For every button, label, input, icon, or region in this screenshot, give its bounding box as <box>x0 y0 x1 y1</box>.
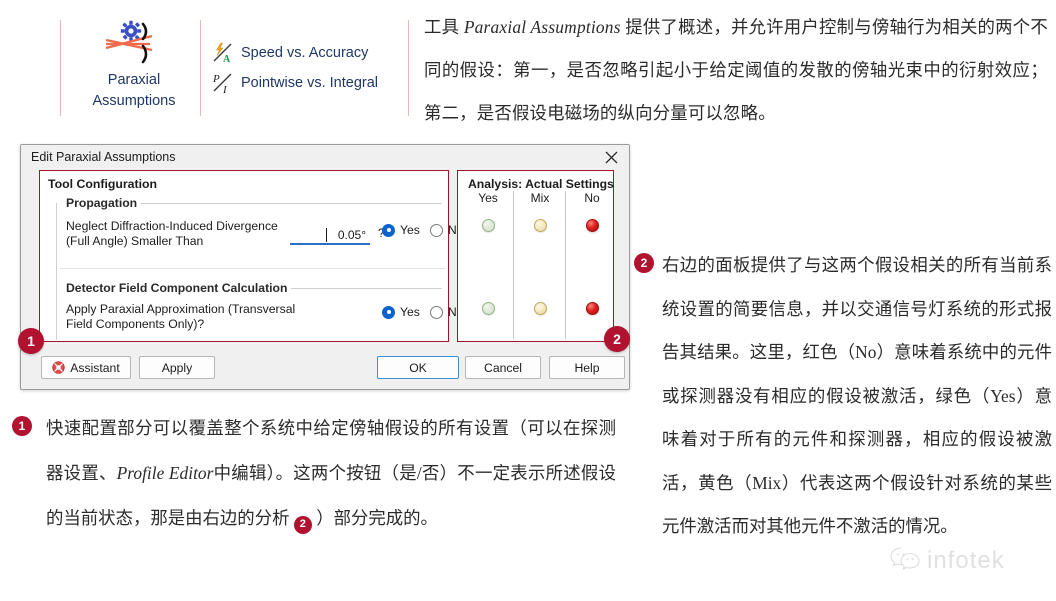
propagation-radio-group: Yes No <box>382 223 463 237</box>
radio-unselected-icon <box>429 305 443 319</box>
analysis-panel-title: Analysis: Actual Settings <box>468 177 614 191</box>
detector-section-label: Detector Field Component Calculation <box>62 281 292 295</box>
section-separator <box>60 268 446 269</box>
status-light-propagation-yes <box>482 219 495 232</box>
intro-text-italic: Paraxial Assumptions <box>463 17 621 37</box>
radio-label: Yes <box>400 223 420 237</box>
watermark-text: infotek <box>927 547 1005 574</box>
ribbon-item-pointwise-vs-integral[interactable]: P I Pointwise vs. Integral <box>212 68 412 98</box>
text-caret <box>326 228 327 242</box>
cancel-button[interactable]: Cancel <box>465 356 541 379</box>
edit-paraxial-assumptions-dialog: Edit Paraxial Assumptions Tool Configura… <box>20 144 630 390</box>
radio-selected-icon <box>382 305 395 319</box>
propagation-section-label: Propagation <box>62 196 142 210</box>
ribbon-button-label-line2: Assumptions <box>92 93 176 110</box>
help-button[interactable]: Help <box>549 356 625 379</box>
radio-selected-icon <box>382 223 395 237</box>
analysis-column-header-yes: Yes <box>478 191 498 205</box>
detector-radio-group: Yes No <box>382 305 463 319</box>
ok-button[interactable]: OK <box>377 356 459 379</box>
detector-section-border <box>56 288 57 340</box>
ok-button-label: OK <box>409 360 427 375</box>
note-2-badge: 2 <box>634 253 654 273</box>
callout-badge-1: 1 <box>18 328 44 354</box>
detector-radio-yes[interactable]: Yes <box>382 305 420 319</box>
ribbon-item-label: Speed vs. Accuracy <box>241 45 369 61</box>
note-1-text: 快速配置部分可以覆盖整个系统中给定傍轴假设的所有设置（可以在探测器设置、Prof… <box>46 406 616 541</box>
apply-button-label: Apply <box>161 360 193 375</box>
note-1-part3: ）部分完成的。 <box>316 508 438 528</box>
ribbon-item-speed-vs-accuracy[interactable]: A Speed vs. Accuracy <box>212 38 412 68</box>
ribbon-command-list: A Speed vs. Accuracy P I Pointwise vs. I… <box>212 38 412 98</box>
pointwise-integral-icon: P I <box>212 71 234 96</box>
analysis-column-header-no: No <box>584 191 600 205</box>
analysis-column-separator <box>513 191 514 339</box>
ribbon-item-label: Pointwise vs. Integral <box>241 75 379 91</box>
dialog-titlebar: Edit Paraxial Assumptions <box>21 145 629 170</box>
callout-badge-2: 2 <box>604 326 630 352</box>
dialog-body: Tool Configuration Propagation Neglect D… <box>21 170 629 389</box>
analysis-column-header-mix: Mix <box>530 191 550 205</box>
note-2-text: 右边的面板提供了与这两个假设相关的所有当前系统设置的简要信息，并以交通信号灯系统… <box>662 255 1052 536</box>
help-button-label: Help <box>574 360 600 375</box>
ribbon-button-label-line1: Paraxial <box>107 72 161 88</box>
tool-configuration-title: Tool Configuration <box>48 177 158 191</box>
close-icon[interactable] <box>602 148 621 167</box>
tool-configuration-panel: Tool Configuration Propagation Neglect D… <box>39 170 463 342</box>
svg-text:I: I <box>222 84 228 95</box>
detector-question-label: Apply Paraxial Approximation (Transversa… <box>66 302 296 331</box>
propagation-radio-yes[interactable]: Yes <box>382 223 420 237</box>
ribbon-paraxial-assumptions-button[interactable]: Paraxial Assumptions <box>74 18 194 126</box>
propagation-section-border <box>56 203 57 295</box>
propagation-question-label: Neglect Diffraction-Induced Divergence (… <box>66 219 278 248</box>
note-1-badge: 1 <box>12 416 32 436</box>
intro-paragraph: 工具 Paraxial Assumptions 提供了概述，并允许用户控制与傍轴… <box>424 6 1048 135</box>
dialog-button-bar: Assistant Apply OK Cancel Help <box>21 348 629 391</box>
dialog-title: Edit Paraxial Assumptions <box>31 150 176 164</box>
cancel-button-label: Cancel <box>484 360 522 375</box>
analysis-actual-settings-panel: Analysis: Actual Settings Yes Mix No <box>457 170 614 342</box>
propagation-section-rule <box>126 203 442 204</box>
wechat-logo-icon <box>890 546 922 577</box>
ribbon-strip: Paraxial Assumptions A Speed vs. Accurac… <box>60 8 410 126</box>
svg-text:A: A <box>223 54 231 65</box>
radio-label: Yes <box>400 305 420 319</box>
status-light-propagation-mix <box>534 219 547 232</box>
assistant-button-label: Assistant <box>70 360 120 375</box>
paraxial-assumptions-icon <box>102 20 166 66</box>
status-light-detector-mix <box>534 302 547 315</box>
assistant-button[interactable]: Assistant <box>41 356 131 379</box>
note-1-inline-badge: 2 <box>293 515 312 534</box>
assistant-icon <box>52 361 65 374</box>
status-light-detector-no <box>586 302 599 315</box>
intro-text-pre: 工具 <box>424 17 464 37</box>
radio-unselected-icon <box>429 223 443 237</box>
divergence-angle-input[interactable]: 0.05° <box>290 226 370 245</box>
apply-button[interactable]: Apply <box>139 356 215 379</box>
divergence-angle-value: 0.05° <box>337 228 366 242</box>
note-1-italic: Profile Editor <box>116 463 214 483</box>
status-light-detector-yes <box>482 302 495 315</box>
speed-accuracy-icon: A <box>212 41 234 65</box>
analysis-column-separator <box>565 191 566 339</box>
svg-text:P: P <box>212 73 220 85</box>
status-light-propagation-no <box>586 219 599 232</box>
ribbon-divider-middle <box>200 20 201 116</box>
ribbon-divider-left <box>60 20 61 116</box>
